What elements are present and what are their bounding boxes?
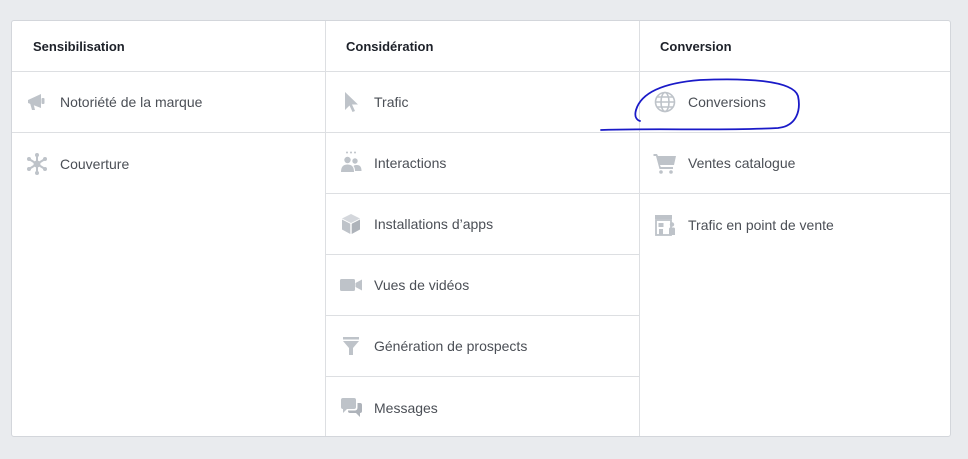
objective-ventes-catalogue[interactable]: Ventes catalogue xyxy=(640,133,950,194)
objective-label: Trafic xyxy=(374,94,409,110)
objective-label: Interactions xyxy=(374,155,447,171)
funnel-icon xyxy=(338,333,364,359)
objective-label: Ventes catalogue xyxy=(688,155,796,171)
video-camera-icon xyxy=(338,272,364,298)
objective-label: Installations d’apps xyxy=(374,216,494,232)
column-header: Conversion xyxy=(640,21,950,72)
column-header: Sensibilisation xyxy=(12,21,325,72)
column-consideration: Considération Trafic Interactions Instal… xyxy=(325,21,639,436)
objective-interactions[interactable]: Interactions xyxy=(326,133,639,194)
store-icon xyxy=(652,212,678,238)
chat-bubbles-icon xyxy=(338,395,364,421)
objective-label: Génération de prospects xyxy=(374,338,528,354)
column-header: Considération xyxy=(326,21,639,72)
objective-notoriete[interactable]: Notoriété de la marque xyxy=(12,72,325,133)
objective-label: Conversions xyxy=(688,94,766,110)
objective-couverture[interactable]: Couverture xyxy=(12,133,325,194)
reach-icon xyxy=(24,151,50,177)
column-conversion: Conversion Conversions Ventes catalogue … xyxy=(639,21,950,436)
objective-label: Couverture xyxy=(60,155,130,172)
globe-icon xyxy=(652,89,678,115)
objective-conversions[interactable]: Conversions xyxy=(640,72,950,133)
objective-panel: Sensibilisation Notoriété de la marque C… xyxy=(11,20,951,437)
objective-label: Vues de vidéos xyxy=(374,277,470,293)
objective-label: Notoriété de la marque xyxy=(60,94,203,110)
box-icon xyxy=(338,211,364,237)
objective-trafic-point-de-vente[interactable]: Trafic en point de vente xyxy=(640,194,950,255)
shopping-cart-icon xyxy=(652,150,678,176)
column-sensibilisation: Sensibilisation Notoriété de la marque C… xyxy=(12,21,325,436)
objective-label: Messages xyxy=(374,399,438,416)
objective-installations[interactable]: Installations d’apps xyxy=(326,194,639,255)
megaphone-icon xyxy=(24,89,50,115)
objective-trafic[interactable]: Trafic xyxy=(326,72,639,133)
objective-prospects[interactable]: Génération de prospects xyxy=(326,316,639,377)
objective-messages[interactable]: Messages xyxy=(326,377,639,436)
people-icon xyxy=(338,150,364,176)
cursor-icon xyxy=(338,89,364,115)
objective-label: Trafic en point de vente xyxy=(688,216,834,233)
objective-videos[interactable]: Vues de vidéos xyxy=(326,255,639,316)
